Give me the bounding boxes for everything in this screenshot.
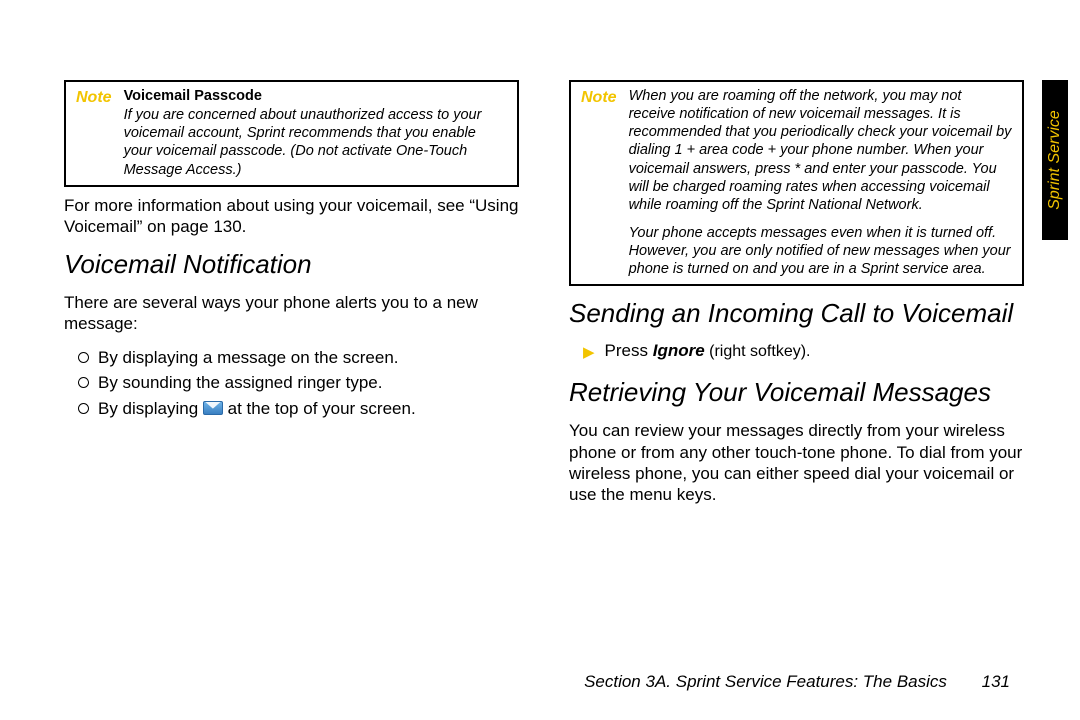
note-paragraph-1: When you are roaming off the network, yo… <box>629 87 1012 214</box>
bullet-text-pre: By displaying <box>98 399 203 418</box>
footer-section: Section 3A. Sprint Service Features: The… <box>584 672 947 691</box>
arrow-icon: ▶ <box>583 341 595 365</box>
press-bold: Ignore <box>653 341 705 360</box>
retrieving-body: You can review your messages directly fr… <box>569 420 1024 505</box>
press-pre: Press <box>605 341 653 360</box>
press-post: (right softkey). <box>705 343 811 360</box>
instruction-press-ignore: ▶ Press Ignore (right softkey). <box>569 341 1024 365</box>
page-footer: Section 3A. Sprint Service Features: The… <box>0 672 1080 692</box>
more-info-text: For more information about using your vo… <box>64 195 519 238</box>
note-text: If you are concerned about unauthorized … <box>124 107 482 177</box>
heading-voicemail-notification: Voicemail Notification <box>64 249 519 280</box>
page-number: 131 <box>982 672 1010 691</box>
left-column: Note Voicemail Passcode If you are conce… <box>64 80 519 655</box>
content-columns: Note Voicemail Passcode If you are conce… <box>64 80 1024 655</box>
note-box-roaming: Note When you are roaming off the networ… <box>569 80 1024 286</box>
note-box-passcode: Note Voicemail Passcode If you are conce… <box>64 80 519 187</box>
notification-bullets: By displaying a message on the screen. B… <box>64 345 519 422</box>
manual-page: Sprint Service Note Voicemail Passcode I… <box>0 0 1080 720</box>
list-item: By sounding the assigned ringer type. <box>78 370 519 396</box>
bullet-text: By sounding the assigned ringer type. <box>98 373 382 392</box>
note-body: Voicemail Passcode If you are concerned … <box>124 87 507 179</box>
note-paragraph-2: Your phone accepts messages even when it… <box>629 224 1012 278</box>
list-item: By displaying at the top of your screen. <box>78 396 519 422</box>
note-label: Note <box>76 87 112 179</box>
note-title: Voicemail Passcode <box>124 87 507 105</box>
bullet-text-post: at the top of your screen. <box>228 399 416 418</box>
bullet-text: By displaying a message on the screen. <box>98 348 399 367</box>
note-label: Note <box>581 87 617 278</box>
list-item: By displaying a message on the screen. <box>78 345 519 371</box>
note-body: When you are roaming off the network, yo… <box>629 87 1012 278</box>
notification-intro: There are several ways your phone alerts… <box>64 292 519 335</box>
instruction-text: Press Ignore (right softkey). <box>605 341 811 361</box>
right-column: Note When you are roaming off the networ… <box>569 80 1024 655</box>
section-side-tab: Sprint Service <box>1042 80 1068 240</box>
heading-sending-incoming: Sending an Incoming Call to Voicemail <box>569 298 1024 329</box>
heading-retrieving: Retrieving Your Voicemail Messages <box>569 377 1024 408</box>
mail-icon <box>203 401 223 415</box>
side-tab-label: Sprint Service <box>1046 110 1064 210</box>
